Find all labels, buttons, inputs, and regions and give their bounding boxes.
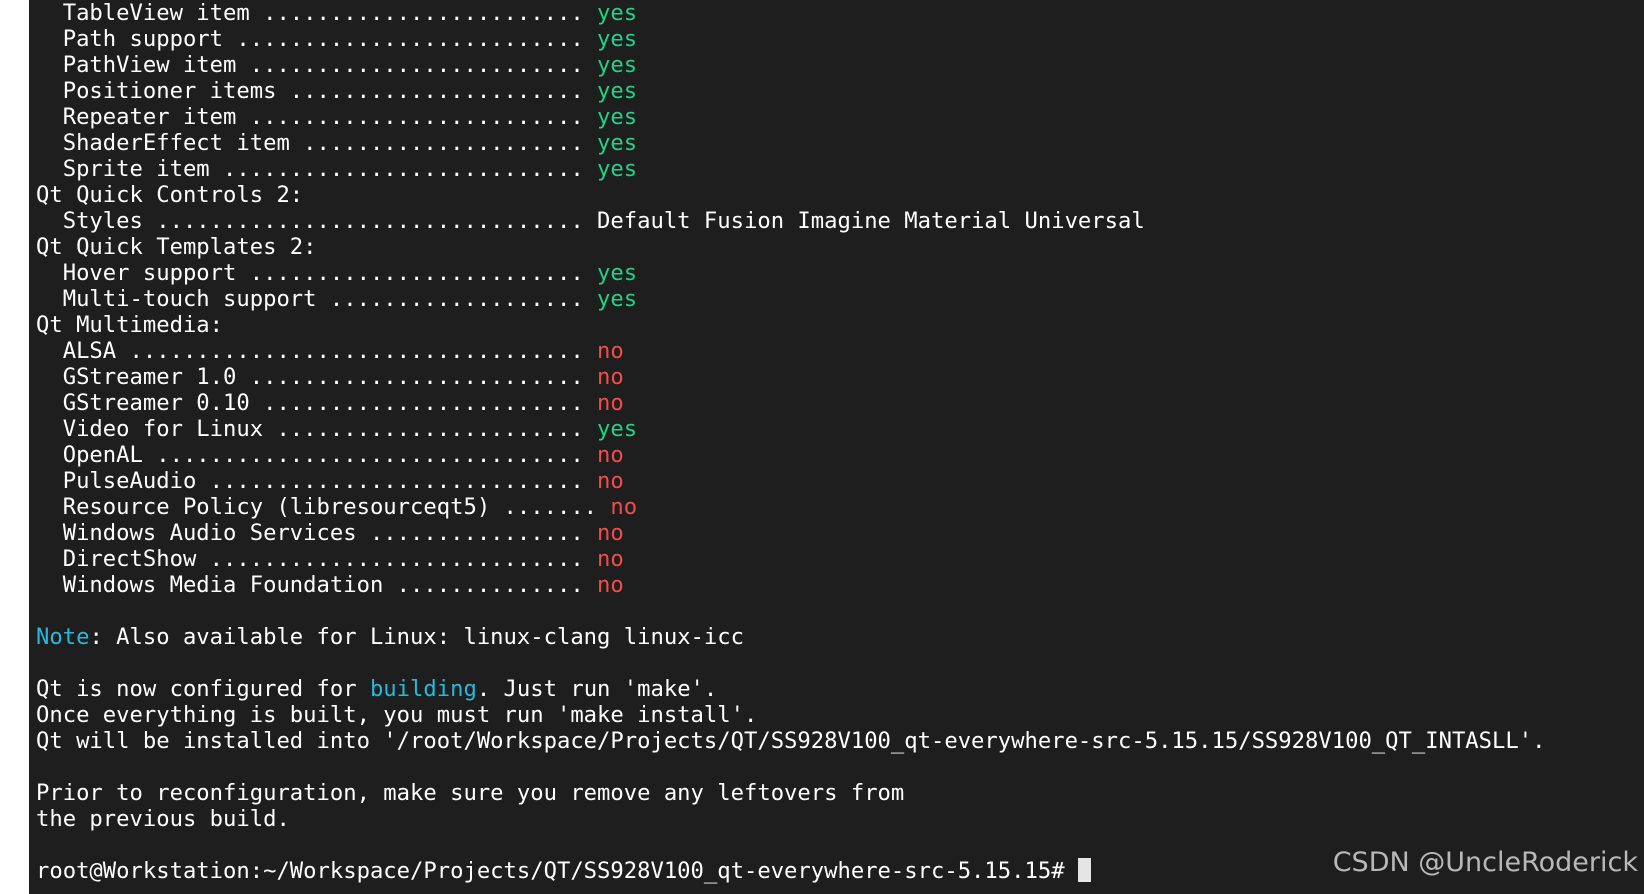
status-yes: yes xyxy=(597,52,638,78)
status-yes: yes xyxy=(597,0,638,26)
status-yes: yes xyxy=(597,130,638,156)
status-no: no xyxy=(597,442,624,468)
line-text: Qt will be installed into '/root/Workspa… xyxy=(36,728,1546,754)
status-yes: yes xyxy=(597,260,638,286)
status-no: no xyxy=(597,572,624,598)
status-yes: yes xyxy=(597,156,638,182)
terminal-line: Once everything is built, you must run '… xyxy=(36,702,1545,728)
highlight-word: Note xyxy=(36,624,90,650)
line-text: Video for Linux ....................... xyxy=(36,416,598,442)
line-text: the previous build. xyxy=(36,806,290,832)
terminal-line: Qt will be installed into '/root/Workspa… xyxy=(36,728,1545,754)
terminal-line: GStreamer 1.0 ......................... … xyxy=(36,364,1545,390)
line-text: Path support .......................... xyxy=(36,26,598,52)
line-text: TableView item ........................ xyxy=(36,0,598,26)
line-text: Styles ................................ … xyxy=(36,208,1145,234)
terminal-line: Sprite item ........................... … xyxy=(36,156,1545,182)
terminal-line: Qt Quick Templates 2: xyxy=(36,234,1545,260)
terminal-line: PulseAudio ............................ … xyxy=(36,468,1545,494)
status-no: no xyxy=(597,390,624,416)
line-text: Qt Quick Controls 2: xyxy=(36,182,304,208)
status-no: no xyxy=(597,468,624,494)
terminal-line: Windows Media Foundation .............. … xyxy=(36,572,1545,598)
terminal-line: Video for Linux ....................... … xyxy=(36,416,1545,442)
status-yes: yes xyxy=(597,26,638,52)
prompt-line[interactable]: root@Workstation:~/Workspace/Projects/QT… xyxy=(36,858,1545,884)
status-yes: yes xyxy=(597,78,638,104)
terminal-line: Repeater item ......................... … xyxy=(36,104,1545,130)
screenshot: TableView item ........................ … xyxy=(0,0,1644,894)
terminal-line: Path support .......................... … xyxy=(36,26,1545,52)
terminal-line: Styles ................................ … xyxy=(36,208,1545,234)
terminal-line: PathView item ......................... … xyxy=(36,52,1545,78)
line-text: Sprite item ........................... xyxy=(36,156,598,182)
terminal-output: TableView item ........................ … xyxy=(36,0,1545,884)
line-text: Once everything is built, you must run '… xyxy=(36,702,758,728)
line-text: OpenAL ................................ xyxy=(36,442,598,468)
terminal-line: Qt Multimedia: xyxy=(36,312,1545,338)
status-yes: yes xyxy=(597,286,638,312)
terminal-line: GStreamer 0.10 ........................ … xyxy=(36,390,1545,416)
line-text: Positioner items ...................... xyxy=(36,78,598,104)
line-text: DirectShow ............................ xyxy=(36,546,598,572)
status-yes: yes xyxy=(597,416,638,442)
line-text: Hover support ......................... xyxy=(36,260,598,286)
terminal-line: DirectShow ............................ … xyxy=(36,546,1545,572)
line-text: Windows Media Foundation .............. xyxy=(36,572,598,598)
terminal-line: Prior to reconfiguration, make sure you … xyxy=(36,780,1545,806)
line-text: Qt Quick Templates 2: xyxy=(36,234,317,260)
line-text: Qt is now configured for xyxy=(36,676,370,702)
line-text: Repeater item ......................... xyxy=(36,104,598,130)
line-text: Windows Audio Services ................ xyxy=(36,520,598,546)
status-no: no xyxy=(597,520,624,546)
line-text: : Also available for Linux: linux-clang … xyxy=(89,624,744,650)
line-text: Qt Multimedia: xyxy=(36,312,224,338)
highlight-word: building xyxy=(369,676,477,702)
cursor-block xyxy=(1077,858,1091,882)
terminal-line: Positioner items ...................... … xyxy=(36,78,1545,104)
status-no: no xyxy=(597,364,624,390)
line-text: . Just run 'make'. xyxy=(476,676,718,702)
terminal-line: Qt Quick Controls 2: xyxy=(36,182,1545,208)
line-text: ShaderEffect item ..................... xyxy=(36,130,598,156)
terminal-line: ShaderEffect item ..................... … xyxy=(36,130,1545,156)
terminal-line: Windows Audio Services ................ … xyxy=(36,520,1545,546)
line-text: PathView item ......................... xyxy=(36,52,598,78)
line-text: GStreamer 0.10 ........................ xyxy=(36,390,598,416)
terminal-line: Qt is now configured for building. Just … xyxy=(36,676,1545,702)
status-yes: yes xyxy=(597,104,638,130)
terminal-window[interactable]: TableView item ........................ … xyxy=(29,0,1644,894)
terminal-line: Multi-touch support ................... … xyxy=(36,286,1545,312)
terminal-line: Resource Policy (libresourceqt5) .......… xyxy=(36,494,1545,520)
status-no: no xyxy=(610,494,638,520)
terminal-line: Hover support ......................... … xyxy=(36,260,1545,286)
terminal-line: TableView item ........................ … xyxy=(36,0,1545,26)
status-no: no xyxy=(597,546,624,572)
watermark: CSDN @UncleRoderick xyxy=(1332,847,1638,878)
line-text: Resource Policy (libresourceqt5) ....... xyxy=(36,494,611,520)
line-text: root@Workstation:~/Workspace/Projects/QT… xyxy=(36,858,1078,884)
line-text: PulseAudio ............................ xyxy=(36,468,598,494)
terminal-line: ALSA .................................. … xyxy=(36,338,1545,364)
terminal-line: OpenAL ................................ … xyxy=(36,442,1545,468)
line-text: GStreamer 1.0 ......................... xyxy=(36,364,598,390)
line-text: Multi-touch support ................... xyxy=(36,286,598,312)
terminal-line: the previous build. xyxy=(36,806,1545,832)
line-text: ALSA .................................. xyxy=(36,338,598,364)
status-no: no xyxy=(597,338,624,364)
line-text: Prior to reconfiguration, make sure you … xyxy=(36,780,905,806)
terminal-line: Note: Also available for Linux: linux-cl… xyxy=(36,624,1545,650)
